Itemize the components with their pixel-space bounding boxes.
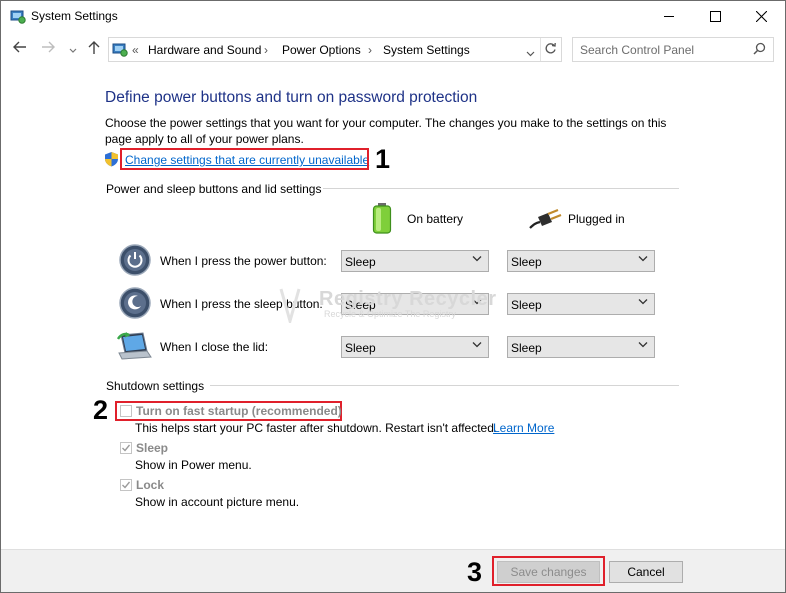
breadcrumb-power-options[interactable]: Power Options — [282, 43, 361, 57]
fast-startup-checkbox[interactable] — [120, 405, 132, 417]
chevron-down-icon — [472, 340, 482, 351]
power-button-icon — [119, 244, 151, 279]
plugged-in-label: Plugged in — [568, 212, 625, 226]
close-lid-label: When I close the lid: — [160, 340, 269, 354]
shutdown-section-divider — [210, 385, 679, 386]
chevron-down-icon — [638, 340, 648, 351]
title-bar: System Settings — [1, 1, 785, 32]
power-button-plugged-select[interactable]: Sleep — [507, 250, 655, 272]
close-lid-plugged-select[interactable]: Sleep — [507, 336, 655, 358]
up-arrow-icon[interactable] — [88, 41, 100, 58]
sleep-description: Show in Power menu. — [135, 458, 252, 472]
breadcrumb-separator-icon: › — [368, 43, 372, 57]
checkmark-icon — [122, 444, 131, 452]
battery-icon — [372, 202, 392, 237]
search-box[interactable]: Search Control Panel — [572, 37, 774, 62]
breadcrumb-overflow[interactable]: « — [132, 43, 139, 57]
cancel-button[interactable]: Cancel — [609, 561, 683, 583]
lock-checkbox[interactable] — [120, 479, 132, 491]
address-divider — [540, 38, 541, 61]
address-dropdown-chevron-icon[interactable] — [526, 46, 535, 60]
lock-description: Show in account picture menu. — [135, 495, 300, 509]
checkmark-icon — [122, 481, 131, 489]
annotation-number-1: 1 — [375, 144, 391, 174]
shutdown-section-label: Shutdown settings — [106, 379, 205, 393]
watermark-subtitle: Recycle & Optimize The Registry — [324, 309, 456, 319]
control-panel-app-icon — [10, 8, 26, 24]
chevron-down-icon — [638, 297, 648, 308]
back-arrow-icon[interactable] — [13, 40, 27, 57]
sleep-button-plugged-select[interactable]: Sleep — [507, 293, 655, 315]
page-heading: Define power buttons and turn on passwor… — [105, 89, 478, 106]
minimize-icon — [664, 16, 674, 17]
power-plug-icon — [528, 208, 562, 233]
search-icon[interactable] — [753, 42, 766, 58]
select-value: Sleep — [511, 341, 542, 355]
watermark-logo-icon — [279, 287, 301, 327]
chevron-down-icon — [638, 254, 648, 265]
control-panel-location-icon — [112, 41, 128, 60]
page-description: Choose the power settings that you want … — [105, 116, 667, 146]
breadcrumb-system-settings[interactable]: System Settings — [383, 43, 470, 57]
watermark-title: Registry Recycler — [319, 288, 497, 310]
close-lid-battery-select[interactable]: Sleep — [341, 336, 489, 358]
close-icon — [755, 9, 767, 25]
breadcrumb-hardware-and-sound[interactable]: Hardware and Sound — [148, 43, 261, 57]
highlight-box-1 — [120, 148, 369, 170]
annotation-number-3: 3 — [467, 557, 483, 587]
learn-more-link[interactable]: Learn More — [493, 421, 554, 435]
fast-startup-label[interactable]: Turn on fast startup (recommended) — [136, 404, 342, 418]
system-settings-window: System Settings « Hardware and Sound › P… — [0, 0, 786, 593]
power-section-divider — [323, 188, 679, 189]
power-button-battery-select[interactable]: Sleep — [341, 250, 489, 272]
recent-locations-chevron-icon[interactable] — [69, 43, 77, 57]
laptop-lid-icon — [116, 331, 153, 364]
select-value: Sleep — [511, 255, 542, 269]
lock-label[interactable]: Lock — [136, 478, 164, 492]
maximize-icon — [709, 11, 721, 22]
breadcrumb-separator-icon: › — [264, 43, 268, 57]
select-value: Sleep — [345, 341, 376, 355]
close-button[interactable] — [738, 1, 784, 32]
save-changes-button[interactable]: Save changes — [497, 561, 600, 583]
select-value: Sleep — [345, 255, 376, 269]
annotation-number-2: 2 — [93, 395, 109, 425]
uac-shield-icon — [104, 151, 119, 170]
forward-arrow-icon[interactable] — [41, 40, 55, 57]
power-section-label: Power and sleep buttons and lid settings — [106, 182, 322, 196]
sleep-label[interactable]: Sleep — [136, 441, 168, 455]
chevron-down-icon — [472, 254, 482, 265]
address-bar[interactable]: « Hardware and Sound › Power Options › S… — [108, 37, 562, 62]
sleep-checkbox[interactable] — [120, 442, 132, 454]
maximize-button[interactable] — [692, 1, 738, 32]
search-input[interactable]: Search Control Panel — [580, 43, 694, 57]
select-value: Sleep — [511, 298, 542, 312]
window-title: System Settings — [31, 9, 118, 23]
fast-startup-description: This helps start your PC faster after sh… — [135, 421, 498, 435]
refresh-icon[interactable] — [544, 42, 557, 58]
on-battery-label: On battery — [407, 212, 464, 226]
power-button-label: When I press the power button: — [160, 254, 327, 268]
minimize-button[interactable] — [646, 1, 692, 32]
sleep-button-icon — [119, 287, 151, 322]
